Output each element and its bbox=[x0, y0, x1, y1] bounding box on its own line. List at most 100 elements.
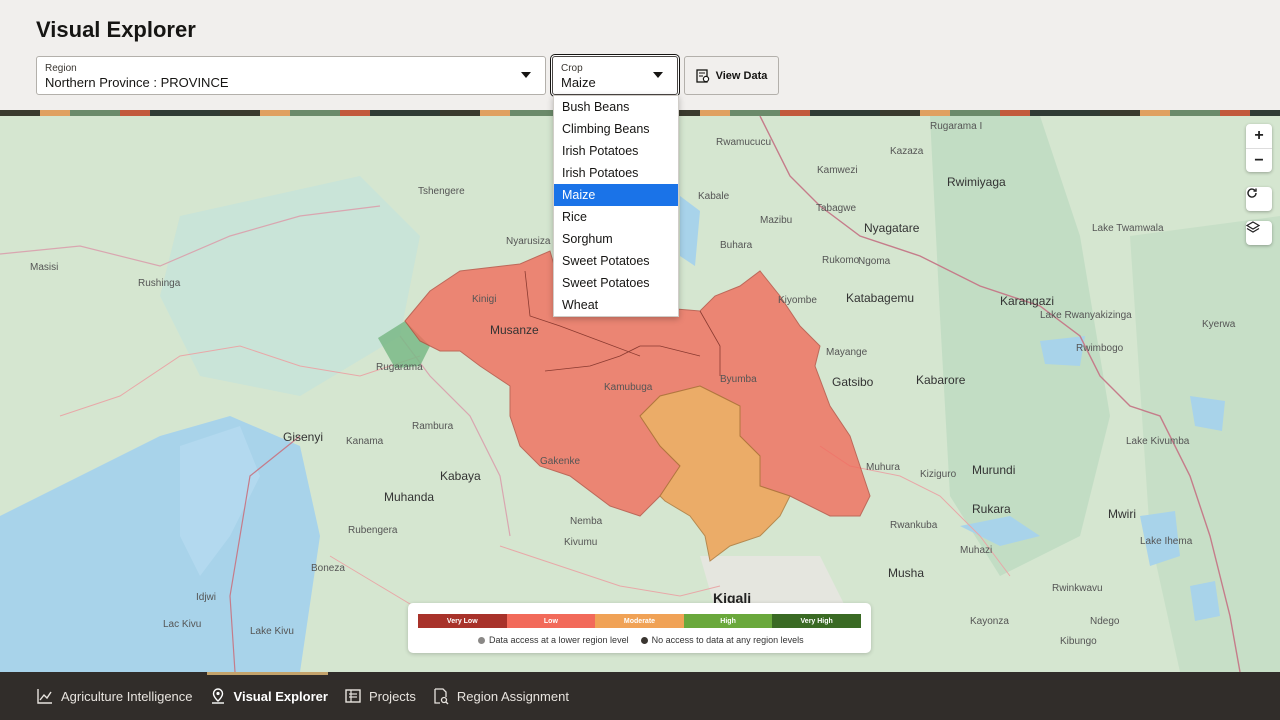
map-place-label: Kibungo bbox=[1060, 636, 1097, 647]
page-header: Visual Explorer Region Northern Province… bbox=[0, 0, 1280, 110]
crop-option[interactable]: Maize bbox=[554, 184, 678, 206]
crop-option[interactable]: Sweet Potatoes bbox=[554, 250, 678, 272]
page-title: Visual Explorer bbox=[36, 17, 196, 42]
legend-note-text: No access to data at any region levels bbox=[651, 635, 804, 645]
map-place-label: Rwamucucu bbox=[716, 137, 772, 148]
map-place-label: Kiziguro bbox=[920, 469, 957, 480]
map-place-label: Murundi bbox=[972, 463, 1016, 477]
legend-level: Moderate bbox=[595, 614, 684, 628]
map-place-label: Kabale bbox=[698, 191, 730, 202]
map-place-label: Byumba bbox=[720, 374, 757, 385]
map-place-label: Rwankuba bbox=[890, 520, 938, 531]
view-data-icon bbox=[695, 68, 709, 83]
map-place-label: Lake Kivu bbox=[250, 626, 294, 637]
map-place-label: Rugarama I bbox=[930, 121, 983, 132]
map-place-label: Lake Twamwala bbox=[1092, 223, 1164, 234]
crop-option[interactable]: Irish Potatoes bbox=[554, 140, 678, 162]
crop-option[interactable]: Sweet Potatoes bbox=[554, 272, 678, 294]
legend-level: Very Low bbox=[418, 614, 507, 628]
nav-item-label: Projects bbox=[368, 688, 416, 704]
legend-scale: Very Low Low Moderate High Very High bbox=[418, 614, 861, 628]
map-place-label: Kanama bbox=[346, 436, 384, 447]
zoom-in-button[interactable]: + bbox=[1246, 124, 1272, 148]
region-select-value: Northern Province : PROVINCE bbox=[45, 75, 229, 90]
map-place-label: Ndego bbox=[1090, 616, 1120, 627]
map-place-label: Kamwezi bbox=[817, 165, 858, 176]
map-place-label: Tshengere bbox=[418, 186, 465, 197]
map-place-label: Kayonza bbox=[970, 616, 1009, 627]
crop-option[interactable]: Sorghum bbox=[554, 228, 678, 250]
map-place-label: Nyarusiza bbox=[506, 236, 551, 247]
zoom-out-button[interactable]: − bbox=[1246, 148, 1272, 172]
map-place-label: Muhanda bbox=[384, 490, 435, 504]
nav-item-label: Agriculture Intelligence bbox=[61, 688, 193, 704]
map-place-label: Musha bbox=[888, 566, 925, 580]
legend-note: Data access at a lower region level bbox=[478, 635, 629, 645]
layers-button[interactable] bbox=[1246, 221, 1272, 245]
crop-select-label: Crop bbox=[561, 63, 583, 74]
crop-option[interactable]: Wheat bbox=[554, 294, 678, 316]
crop-select[interactable]: Crop Maize bbox=[552, 56, 678, 95]
map-place-label: Boneza bbox=[311, 563, 345, 574]
chart-icon bbox=[36, 687, 54, 705]
map-place-label: Musanze bbox=[490, 323, 539, 337]
map-place-label: Ngoma bbox=[858, 256, 891, 267]
crop-option[interactable]: Bush Beans bbox=[554, 96, 678, 118]
nav-item-agriculture-intelligence[interactable]: Agriculture Intelligence bbox=[36, 672, 193, 720]
zoom-controls: + − bbox=[1246, 124, 1272, 172]
region-assignment-icon bbox=[432, 687, 450, 705]
legend-notes: Data access at a lower region level No ac… bbox=[478, 635, 804, 645]
map-place-label: Kazaza bbox=[890, 146, 924, 157]
map-place-label: Gatsibo bbox=[832, 375, 874, 389]
map-place-label: Rukara bbox=[972, 502, 1011, 516]
map-place-label: Rukomo bbox=[822, 255, 860, 266]
legend-note-text: Data access at a lower region level bbox=[489, 635, 629, 645]
map-place-label: Rwinkwavu bbox=[1052, 583, 1103, 594]
map-place-label: Lac Kivu bbox=[163, 619, 202, 630]
nav-item-label: Visual Explorer bbox=[233, 688, 328, 704]
map-place-label: Muhazi bbox=[960, 545, 993, 556]
view-data-button[interactable]: View Data bbox=[684, 56, 779, 95]
map-place-label: Rushinga bbox=[138, 278, 181, 289]
map-place-label: Buhara bbox=[720, 240, 753, 251]
map-place-label: Muhura bbox=[866, 462, 900, 473]
crop-option[interactable]: Rice bbox=[554, 206, 678, 228]
map-place-label: Kamubuga bbox=[604, 382, 653, 393]
nav-item-visual-explorer[interactable]: Visual Explorer bbox=[206, 672, 329, 720]
layers-icon bbox=[1246, 221, 1272, 245]
map-place-label: Mayange bbox=[826, 347, 868, 358]
map-place-label: Gisenyi bbox=[283, 430, 324, 444]
legend-level: Very High bbox=[772, 614, 861, 628]
map-place-label: Rambura bbox=[412, 421, 454, 432]
nav-item-label: Region Assignment bbox=[456, 688, 569, 704]
map-place-label: Lake Rwanyakizinga bbox=[1040, 310, 1132, 321]
map-place-label: Lake Ihema bbox=[1140, 536, 1193, 547]
map-place-label: Mazibu bbox=[760, 215, 793, 226]
crop-select-value: Maize bbox=[561, 75, 596, 90]
map-place-label: Tabagwe bbox=[816, 203, 857, 214]
nav-item-projects[interactable]: Projects bbox=[344, 672, 416, 720]
reset-view-button[interactable] bbox=[1246, 187, 1272, 211]
map-legend: Very Low Low Moderate High Very High Data ac… bbox=[408, 603, 871, 653]
map-place-label: Kinigi bbox=[472, 294, 497, 305]
map-place-label: Kyerwa bbox=[1202, 319, 1236, 330]
crop-dropdown-menu: Bush Beans Climbing Beans Irish Potatoes Ir… bbox=[553, 95, 679, 317]
nav-item-region-assignment[interactable]: Region Assignment bbox=[432, 672, 569, 720]
map-place-label: Nyagatare bbox=[864, 221, 920, 235]
map-pin-icon bbox=[209, 687, 227, 705]
map-place-label: Rugarama bbox=[376, 362, 423, 373]
map-place-label: Rubengera bbox=[348, 525, 398, 536]
dot-icon bbox=[478, 637, 485, 645]
crop-option[interactable]: Climbing Beans bbox=[554, 118, 678, 140]
map-place-label: Gakenke bbox=[540, 456, 581, 467]
legend-note: No access to data at any region levels bbox=[640, 635, 804, 645]
crop-option[interactable]: Irish Potatoes bbox=[554, 162, 678, 184]
map-place-label: Kiyombe bbox=[778, 295, 817, 306]
map-place-label: Mwiri bbox=[1108, 507, 1136, 521]
dot-icon bbox=[640, 637, 648, 645]
bottom-nav: Agriculture Intelligence Visual Explorer P… bbox=[0, 672, 1280, 720]
region-select[interactable]: Region Northern Province : PROVINCE bbox=[36, 56, 546, 95]
map-place-label: Karangazi bbox=[1000, 294, 1055, 308]
refresh-icon bbox=[1246, 187, 1272, 211]
map-place-label: Masisi bbox=[30, 262, 59, 273]
